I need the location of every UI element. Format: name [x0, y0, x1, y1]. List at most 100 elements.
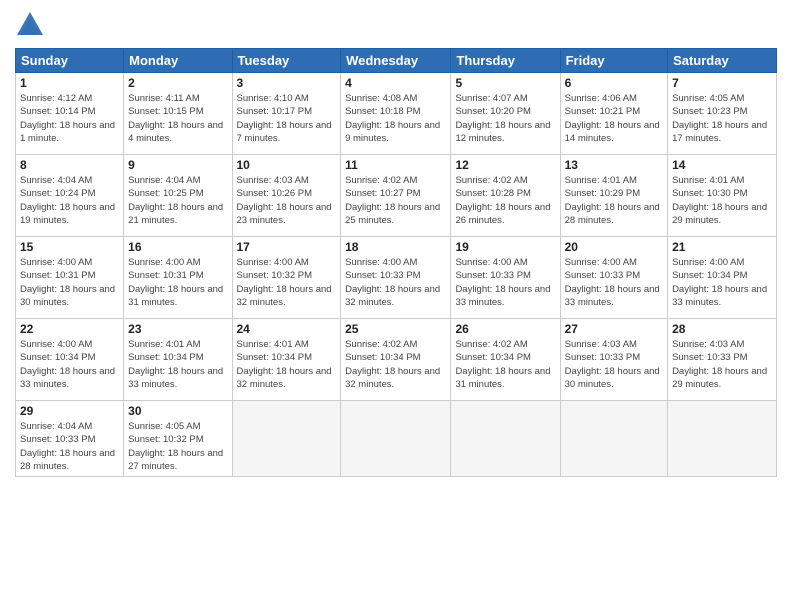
calendar-week-row: 15 Sunrise: 4:00 AMSunset: 10:31 PMDaylig… — [16, 237, 777, 319]
day-number: 16 — [128, 240, 227, 254]
day-number: 23 — [128, 322, 227, 336]
day-number: 7 — [672, 76, 772, 90]
day-number: 24 — [237, 322, 337, 336]
calendar-week-row: 29 Sunrise: 4:04 AMSunset: 10:33 PMDaylig… — [16, 401, 777, 477]
calendar-cell: 24 Sunrise: 4:01 AMSunset: 10:34 PMDaylig… — [232, 319, 341, 401]
day-info: Sunrise: 4:05 AMSunset: 10:32 PMDaylight… — [128, 421, 223, 472]
calendar-cell: 13 Sunrise: 4:01 AMSunset: 10:29 PMDaylig… — [560, 155, 667, 237]
calendar-cell: 8 Sunrise: 4:04 AMSunset: 10:24 PMDayligh… — [16, 155, 124, 237]
page: SundayMondayTuesdayWednesdayThursdayFrid… — [0, 0, 792, 612]
day-number: 11 — [345, 158, 446, 172]
calendar-cell: 12 Sunrise: 4:02 AMSunset: 10:28 PMDaylig… — [451, 155, 560, 237]
day-info: Sunrise: 4:00 AMSunset: 10:34 PMDaylight… — [672, 257, 767, 308]
day-info: Sunrise: 4:03 AMSunset: 10:33 PMDaylight… — [565, 339, 660, 390]
calendar-cell: 9 Sunrise: 4:04 AMSunset: 10:25 PMDayligh… — [124, 155, 232, 237]
day-info: Sunrise: 4:02 AMSunset: 10:27 PMDaylight… — [345, 175, 440, 226]
day-info: Sunrise: 4:02 AMSunset: 10:28 PMDaylight… — [455, 175, 550, 226]
calendar-cell: 7Sunrise: 4:05 AMSunset: 10:23 PMDayligh… — [668, 73, 777, 155]
calendar-cell: 10Sunrise: 4:03 AMSunset: 10:26 PMDaylig… — [232, 155, 341, 237]
day-number: 14 — [672, 158, 772, 172]
day-number: 17 — [237, 240, 337, 254]
day-info: Sunrise: 4:01 AMSunset: 10:30 PMDaylight… — [672, 175, 767, 226]
day-number: 22 — [20, 322, 119, 336]
day-number: 27 — [565, 322, 663, 336]
day-info: Sunrise: 4:06 AMSunset: 10:21 PMDaylight… — [565, 93, 660, 144]
logo-icon — [15, 10, 45, 40]
calendar-cell: 15 Sunrise: 4:00 AMSunset: 10:31 PMDaylig… — [16, 237, 124, 319]
logo — [15, 10, 48, 40]
day-info: Sunrise: 4:00 AMSunset: 10:33 PMDaylight… — [565, 257, 660, 308]
calendar-cell — [560, 401, 667, 477]
calendar-cell: 26 Sunrise: 4:02 AMSunset: 10:34 PMDaylig… — [451, 319, 560, 401]
header — [15, 10, 777, 40]
day-number: 13 — [565, 158, 663, 172]
day-number: 8 — [20, 158, 119, 172]
calendar-cell: 18 Sunrise: 4:00 AMSunset: 10:33 PMDaylig… — [341, 237, 451, 319]
day-info: Sunrise: 4:00 AMSunset: 10:31 PMDaylight… — [20, 257, 115, 308]
calendar-cell: 17 Sunrise: 4:00 AMSunset: 10:32 PMDaylig… — [232, 237, 341, 319]
day-number: 4 — [345, 76, 446, 90]
calendar-cell: 3 Sunrise: 4:10 AMSunset: 10:17 PMDayligh… — [232, 73, 341, 155]
day-info: Sunrise: 4:00 AMSunset: 10:31 PMDaylight… — [128, 257, 223, 308]
day-header-sunday: Sunday — [16, 49, 124, 73]
day-number: 28 — [672, 322, 772, 336]
day-number: 9 — [128, 158, 227, 172]
calendar-cell — [451, 401, 560, 477]
day-number: 29 — [20, 404, 119, 418]
day-info: Sunrise: 4:02 AMSunset: 10:34 PMDaylight… — [345, 339, 440, 390]
calendar-cell — [232, 401, 341, 477]
day-number: 19 — [455, 240, 555, 254]
day-info: Sunrise: 4:02 AMSunset: 10:34 PMDaylight… — [455, 339, 550, 390]
day-info: Sunrise: 4:01 AMSunset: 10:34 PMDaylight… — [128, 339, 223, 390]
day-number: 1 — [20, 76, 119, 90]
day-info: Sunrise: 4:03 AMSunset: 10:26 PMDaylight… — [237, 175, 332, 226]
calendar-cell — [341, 401, 451, 477]
calendar-week-row: 22Sunrise: 4:00 AMSunset: 10:34 PMDaylig… — [16, 319, 777, 401]
day-info: Sunrise: 4:10 AMSunset: 10:17 PMDaylight… — [237, 93, 332, 144]
day-info: Sunrise: 4:01 AMSunset: 10:34 PMDaylight… — [237, 339, 332, 390]
day-header-tuesday: Tuesday — [232, 49, 341, 73]
day-info: Sunrise: 4:08 AMSunset: 10:18 PMDaylight… — [345, 93, 440, 144]
day-number: 15 — [20, 240, 119, 254]
day-info: Sunrise: 4:00 AMSunset: 10:33 PMDaylight… — [455, 257, 550, 308]
calendar-cell: 22Sunrise: 4:00 AMSunset: 10:34 PMDaylig… — [16, 319, 124, 401]
day-number: 5 — [455, 76, 555, 90]
calendar-cell: 25 Sunrise: 4:02 AMSunset: 10:34 PMDaylig… — [341, 319, 451, 401]
calendar-cell: 2 Sunrise: 4:11 AMSunset: 10:15 PMDayligh… — [124, 73, 232, 155]
calendar-cell — [668, 401, 777, 477]
day-number: 3 — [237, 76, 337, 90]
calendar-cell: 29 Sunrise: 4:04 AMSunset: 10:33 PMDaylig… — [16, 401, 124, 477]
day-info: Sunrise: 4:11 AMSunset: 10:15 PMDaylight… — [128, 93, 223, 144]
day-info: Sunrise: 4:04 AMSunset: 10:33 PMDaylight… — [20, 421, 115, 472]
day-info: Sunrise: 4:04 AMSunset: 10:24 PMDaylight… — [20, 175, 115, 226]
day-info: Sunrise: 4:04 AMSunset: 10:25 PMDaylight… — [128, 175, 223, 226]
day-header-wednesday: Wednesday — [341, 49, 451, 73]
calendar-cell: 19 Sunrise: 4:00 AMSunset: 10:33 PMDaylig… — [451, 237, 560, 319]
day-number: 20 — [565, 240, 663, 254]
calendar-cell: 6Sunrise: 4:06 AMSunset: 10:21 PMDayligh… — [560, 73, 667, 155]
day-info: Sunrise: 4:07 AMSunset: 10:20 PMDaylight… — [455, 93, 550, 144]
calendar-cell: 28Sunrise: 4:03 AMSunset: 10:33 PMDaylig… — [668, 319, 777, 401]
day-number: 12 — [455, 158, 555, 172]
calendar-cell: 16 Sunrise: 4:00 AMSunset: 10:31 PMDaylig… — [124, 237, 232, 319]
calendar-cell: 21Sunrise: 4:00 AMSunset: 10:34 PMDaylig… — [668, 237, 777, 319]
day-info: Sunrise: 4:01 AMSunset: 10:29 PMDaylight… — [565, 175, 660, 226]
calendar-cell: 5 Sunrise: 4:07 AMSunset: 10:20 PMDayligh… — [451, 73, 560, 155]
calendar-cell: 27 Sunrise: 4:03 AMSunset: 10:33 PMDaylig… — [560, 319, 667, 401]
day-info: Sunrise: 4:00 AMSunset: 10:32 PMDaylight… — [237, 257, 332, 308]
calendar-week-row: 8 Sunrise: 4:04 AMSunset: 10:24 PMDayligh… — [16, 155, 777, 237]
day-number: 30 — [128, 404, 227, 418]
day-number: 26 — [455, 322, 555, 336]
day-header-friday: Friday — [560, 49, 667, 73]
day-number: 25 — [345, 322, 446, 336]
calendar-cell: 1 Sunrise: 4:12 AMSunset: 10:14 PMDayligh… — [16, 73, 124, 155]
calendar: SundayMondayTuesdayWednesdayThursdayFrid… — [15, 48, 777, 477]
day-info: Sunrise: 4:00 AMSunset: 10:33 PMDaylight… — [345, 257, 440, 308]
day-header-saturday: Saturday — [668, 49, 777, 73]
calendar-cell: 30 Sunrise: 4:05 AMSunset: 10:32 PMDaylig… — [124, 401, 232, 477]
day-number: 18 — [345, 240, 446, 254]
calendar-cell: 20 Sunrise: 4:00 AMSunset: 10:33 PMDaylig… — [560, 237, 667, 319]
day-info: Sunrise: 4:12 AMSunset: 10:14 PMDaylight… — [20, 93, 115, 144]
calendar-cell: 23 Sunrise: 4:01 AMSunset: 10:34 PMDaylig… — [124, 319, 232, 401]
day-number: 2 — [128, 76, 227, 90]
